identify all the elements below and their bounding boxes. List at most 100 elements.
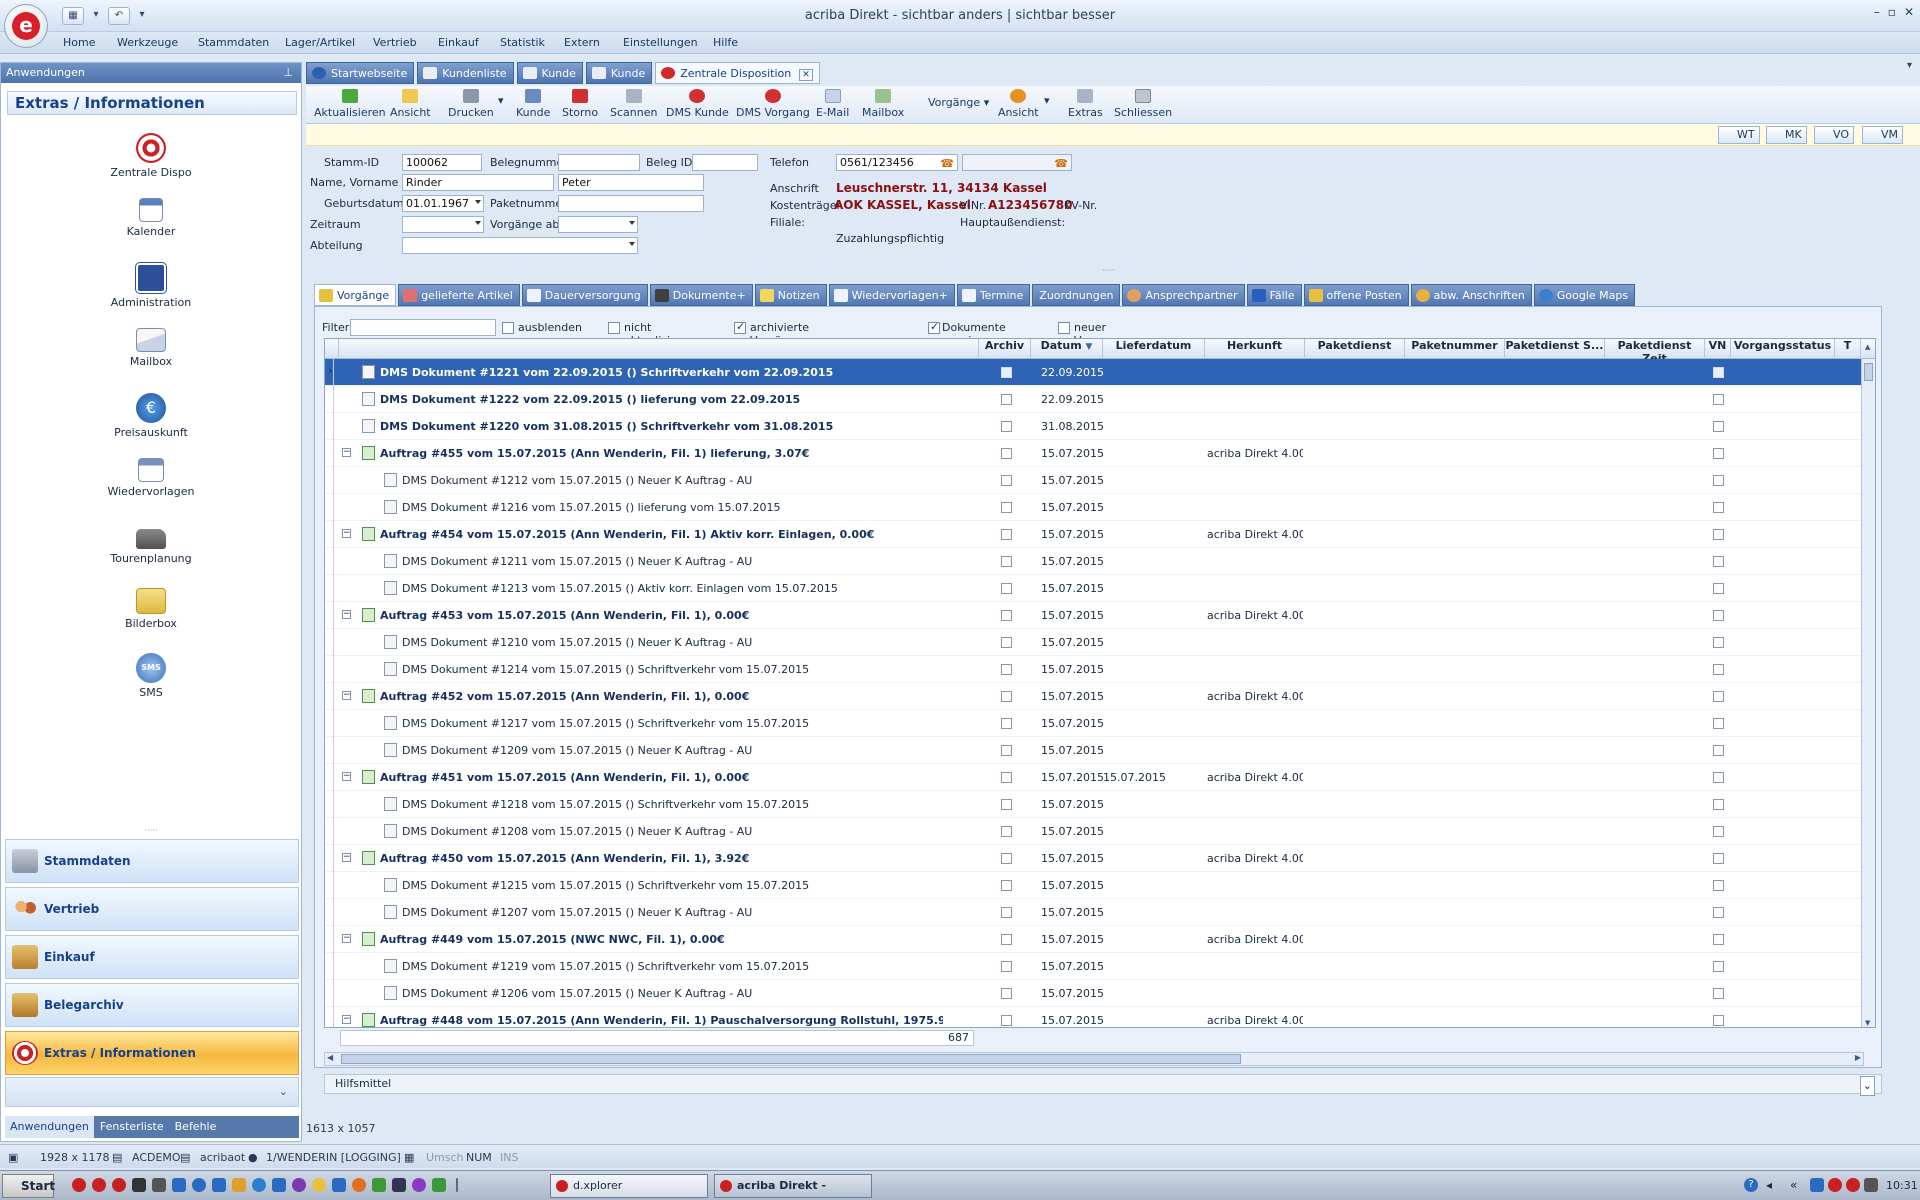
header-paketnummer[interactable]: Paketnummer [1405,339,1505,359]
table-row[interactable]: − Auftrag #453 vom 15.07.2015 (Ann Wender… [325,602,1869,629]
kunde-button[interactable]: Kunde [516,89,550,119]
table-row[interactable]: − Auftrag #450 vom 15.07.2015 (Ann Wender… [325,845,1869,872]
nav-group-extras-informationen[interactable]: Extras / Informationen [5,1031,299,1075]
collapse-toggle-icon[interactable]: − [342,1015,351,1024]
quicklaunch-icon[interactable] [412,1178,426,1192]
task-dxplorer[interactable]: d.xplorer [550,1174,708,1198]
archiv-checkbox[interactable] [1001,448,1012,459]
table-row[interactable]: DMS Dokument #1206 vom 15.07.2015 () Neu… [325,980,1869,1007]
tab-faelle[interactable]: Fälle [1246,284,1302,306]
firefox-icon[interactable] [352,1178,366,1192]
tab-ansprechpartner[interactable]: Ansprechpartner [1122,284,1245,306]
help-icon[interactable]: ? [1744,1178,1758,1192]
archiv-checkbox[interactable] [1001,907,1012,918]
table-row[interactable]: › DMS Dokument #1221 vom 22.09.2015 () Sc… [325,359,1869,386]
archiv-checkbox[interactable] [1001,610,1012,621]
archiv-checkbox[interactable] [1001,799,1012,810]
vn-checkbox[interactable] [1713,691,1724,702]
clock[interactable]: 10:31 [1886,1179,1918,1192]
storno-button[interactable]: Storno [562,89,598,119]
quicklaunch-icon[interactable] [92,1178,106,1192]
quicklaunch-icon[interactable] [292,1178,306,1192]
archiv-checkbox[interactable] [1001,988,1012,999]
table-row[interactable]: DMS Dokument #1208 vom 15.07.2015 () Neu… [325,818,1869,845]
vn-checkbox[interactable] [1713,745,1724,756]
form-splitter[interactable]: ····· [1102,266,1115,275]
hilfsmittel-panel[interactable]: Hilfsmittel ⌄ [324,1074,1882,1096]
header-archiv[interactable]: Archiv [979,339,1031,359]
sidebar-tab-anwendungen[interactable]: Anwendungen [5,1116,94,1138]
tray-icon[interactable] [1828,1178,1842,1192]
tab-wiedervorlagen[interactable]: Wiedervorlagen+ [828,284,955,306]
table-row[interactable]: − Auftrag #451 vom 15.07.2015 (Ann Wender… [325,764,1869,791]
tab-close-icon[interactable]: ✕ [799,69,813,81]
task-acriba-direkt[interactable]: acriba Direkt - sichtb... [714,1174,872,1198]
collapse-toggle-icon[interactable]: − [342,610,351,619]
vn-checkbox[interactable] [1713,1015,1724,1026]
tray-icon[interactable] [1846,1178,1860,1192]
quicklaunch-icon[interactable] [272,1178,286,1192]
table-row[interactable]: − Auftrag #449 vom 15.07.2015 (NWC NWC, F… [325,926,1869,953]
app-sms[interactable]: SMS SMS [41,653,261,699]
header-paketdienst-zeit[interactable]: Paketdienst Zeit [1605,339,1705,365]
table-row[interactable]: DMS Dokument #1218 vom 15.07.2015 () Sch… [325,791,1869,818]
ansicht-dropdown-icon[interactable]: ▾ [1044,94,1050,107]
app-mailbox[interactable]: Mailbox [41,328,261,368]
vn-checkbox[interactable] [1713,664,1724,675]
scroll-left-icon[interactable]: ◀ [327,1053,333,1062]
quicklaunch-icon[interactable] [132,1178,146,1192]
vn-checkbox[interactable] [1713,799,1724,810]
app-zentrale-dispo[interactable]: Zentrale Dispo [41,133,261,179]
mailbox-button[interactable]: Mailbox [862,89,904,119]
archiv-checkbox[interactable] [1001,556,1012,567]
archiv-checkbox[interactable] [1001,880,1012,891]
scroll-right-icon[interactable]: ▶ [1855,1053,1861,1062]
tab-vorgaenge[interactable]: Vorgänge [314,284,397,306]
header-vorgangsstatus[interactable]: Vorgangsstatus [1731,339,1835,359]
app-kalender[interactable]: Kalender [41,198,261,238]
tab-gelieferte-artikel[interactable]: gelieferte Artikel [398,284,520,306]
scrollbar-thumb[interactable] [341,1054,1241,1064]
archiv-checkbox[interactable] [1001,961,1012,972]
header-datum[interactable]: Datum ▼ [1031,339,1103,359]
menu-werkzeuge[interactable]: Werkzeuge [117,36,178,49]
archiv-checkbox[interactable] [1001,475,1012,486]
app-logo-button[interactable]: e [4,4,48,48]
quicklaunch-icon[interactable] [392,1178,406,1192]
dms-kunde-button[interactable]: DMS Kunde [666,89,729,119]
collapse-icon[interactable]: ⌄ [1859,1076,1875,1096]
quicklaunch-icon[interactable] [112,1178,126,1192]
archiv-checkbox[interactable] [1001,853,1012,864]
archiv-checkbox[interactable] [1001,664,1012,675]
app-wiedervorlagen[interactable]: Wiedervorlagen [41,458,261,498]
nav-expand-icon[interactable]: ⌄ [5,1077,299,1107]
telefon2-field[interactable]: ☎ [962,154,1072,171]
table-row[interactable]: DMS Dokument #1215 vom 15.07.2015 () Sch… [325,872,1869,899]
archiv-checkbox[interactable] [1001,934,1012,945]
browser-icon[interactable] [252,1178,266,1192]
ansicht-2-button[interactable]: Ansicht [998,89,1039,119]
archiv-checkbox[interactable] [1001,394,1012,405]
vorgaenge-ab-select[interactable] [558,216,638,233]
table-row[interactable]: DMS Dokument #1207 vom 15.07.2015 () Neu… [325,899,1869,926]
archiv-checkbox[interactable] [1001,502,1012,513]
scannen-button[interactable]: Scannen [610,89,657,119]
table-row[interactable]: DMS Dokument #1214 vom 15.07.2015 () Sch… [325,656,1869,683]
nav-group-stammdaten[interactable]: Stammdaten [5,839,299,883]
collapse-toggle-icon[interactable]: − [342,529,351,538]
vn-checkbox[interactable] [1713,637,1724,648]
app-tourenplanung[interactable]: Tourenplanung [41,523,261,565]
table-row[interactable]: DMS Dokument #1217 vom 15.07.2015 () Sch… [325,710,1869,737]
vn-checkbox[interactable] [1713,988,1724,999]
vn-checkbox[interactable] [1713,394,1724,405]
header-lieferdatum[interactable]: Lieferdatum [1103,339,1205,359]
scroll-down-icon[interactable]: ▼ [1865,1019,1870,1027]
collapse-toggle-icon[interactable]: − [342,448,351,457]
ansicht-button[interactable]: Ansicht [390,89,431,119]
abteilung-select[interactable] [402,237,638,254]
vn-checkbox[interactable] [1713,934,1724,945]
tab-zentrale-disposition[interactable]: Zentrale Disposition ✕ [655,62,820,84]
dokumente-anzeigen-checkbox[interactable] [928,320,940,334]
name-field[interactable]: Rinder [402,174,554,191]
quicklaunch-icon[interactable] [172,1178,186,1192]
